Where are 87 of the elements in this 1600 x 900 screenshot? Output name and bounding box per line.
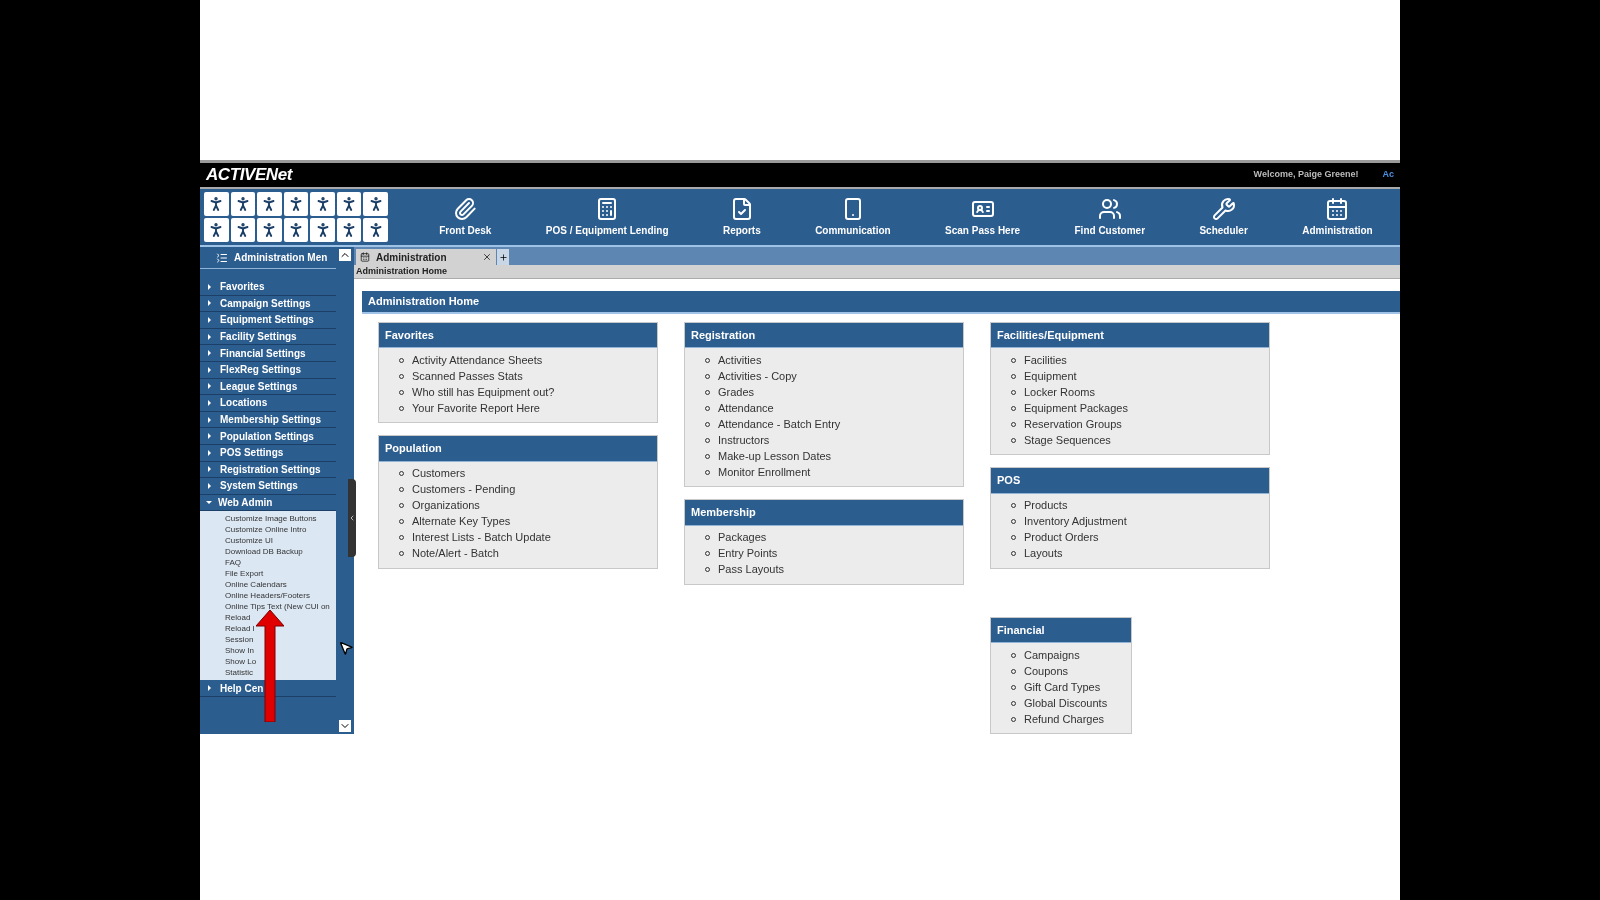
sidebar-subitem[interactable]: Statistic xyxy=(200,667,336,679)
panel-link[interactable]: Products xyxy=(1024,497,1068,514)
page-title-bar: Administration Home xyxy=(362,291,1400,314)
panel-link[interactable]: Product Orders xyxy=(1024,529,1099,546)
panel-link[interactable]: Who still has Equipment out? xyxy=(412,383,555,401)
panel-link[interactable]: Interest Lists - Batch Update xyxy=(412,529,551,546)
sidebar-subitem[interactable]: Show In xyxy=(200,645,336,657)
paperclip-icon xyxy=(453,196,478,221)
sidebar-subitem[interactable]: FAQ xyxy=(200,557,336,569)
sidebar-subitem[interactable]: Reload xyxy=(200,612,336,624)
people-icon xyxy=(1097,196,1122,221)
panel-link[interactable]: Stage Sequences xyxy=(1024,431,1111,449)
scroll-up-icon xyxy=(339,249,351,261)
nav-button[interactable]: Scan Pass Here xyxy=(941,196,1025,238)
nav-button[interactable]: Communication xyxy=(811,196,895,238)
panel-link[interactable]: Scanned Passes Stats xyxy=(412,367,523,385)
panel-title: Membership xyxy=(685,500,963,526)
panel-link[interactable]: Your Favorite Report Here xyxy=(412,399,540,417)
panel-title: Facilities/Equipment xyxy=(991,322,1269,348)
nav-button[interactable]: Find Customer xyxy=(1070,196,1150,238)
nav-button[interactable]: Front Desk xyxy=(435,196,496,238)
panel-link[interactable]: Pass Layouts xyxy=(718,561,785,578)
nav-button[interactable]: Scheduler xyxy=(1195,196,1252,238)
panel-link[interactable]: Reservation Groups xyxy=(1024,415,1122,433)
panel-link[interactable]: Instructors xyxy=(718,431,770,449)
panel-link[interactable]: Attendance - Batch Entry xyxy=(718,415,841,433)
panel-link[interactable]: Facilities xyxy=(1024,351,1067,369)
panel-link[interactable]: Layouts xyxy=(1024,545,1063,562)
panel-link[interactable]: Organizations xyxy=(412,497,480,514)
account-link[interactable]: Ac xyxy=(1382,168,1394,182)
calendar-icon xyxy=(1325,196,1350,221)
panel-link[interactable]: Inventory Adjustment xyxy=(1024,513,1127,530)
panel-link[interactable]: Refund Charges xyxy=(1024,710,1105,728)
panel-link[interactable]: Grades xyxy=(718,383,755,401)
sidebar-subitem[interactable]: Customize Online Intro xyxy=(200,524,336,536)
sidebar-subitem[interactable]: Online Calendars xyxy=(200,579,336,591)
panel-link[interactable]: Activities - Copy xyxy=(718,367,797,385)
panel-title: Financial xyxy=(991,617,1131,643)
sidebar-subitem[interactable]: Reload I xyxy=(200,623,336,635)
panel-link[interactable]: Campaigns xyxy=(1024,646,1080,664)
mouse-cursor-icon xyxy=(338,640,354,656)
panel-link[interactable]: Equipment Packages xyxy=(1024,399,1128,417)
panel-title: Favorites xyxy=(379,322,657,348)
collapse-handle[interactable] xyxy=(348,479,356,557)
sidebar-subitem[interactable]: File Export xyxy=(200,568,336,580)
close-icon[interactable] xyxy=(482,252,492,262)
breadcrumb: Administration Home xyxy=(356,264,447,278)
nav-button[interactable]: POS / Equipment Lending xyxy=(541,196,673,238)
scroll-down-icon xyxy=(339,720,351,732)
sidebar-subitem[interactable]: Session xyxy=(200,634,336,646)
panel-link[interactable]: Activity Attendance Sheets xyxy=(412,351,543,369)
sidebar-subitem[interactable]: Customize UI xyxy=(200,535,336,547)
sidebar-subitem[interactable]: Show Lo xyxy=(200,656,336,668)
panel-link[interactable]: Global Discounts xyxy=(1024,694,1108,712)
sidebar-subitem[interactable]: Online Headers/Footers xyxy=(200,590,336,602)
panel-link[interactable]: Packages xyxy=(718,529,767,546)
panel-link[interactable]: Entry Points xyxy=(718,545,778,562)
calendar-icon xyxy=(360,252,370,262)
panel-link[interactable]: Note/Alert - Batch xyxy=(412,545,499,562)
panel-link[interactable]: Attendance xyxy=(718,399,774,417)
plus-icon xyxy=(498,252,508,262)
menu-icon xyxy=(216,251,228,264)
nav-button[interactable]: Administration xyxy=(1298,196,1377,238)
panel-link[interactable]: Locker Rooms xyxy=(1024,383,1095,401)
sidebar-subitem[interactable]: Download DB Backup xyxy=(200,546,336,558)
tools-icon xyxy=(1211,196,1236,221)
welcome-text: Welcome, Paige Greene! xyxy=(1253,168,1359,182)
panel-link[interactable]: Coupons xyxy=(1024,662,1069,680)
add-tab-button[interactable] xyxy=(497,249,509,265)
tab[interactable]: Administration xyxy=(356,249,496,265)
logo: ACTIVENet xyxy=(206,164,292,187)
panel-link[interactable]: Alternate Key Types xyxy=(412,513,511,530)
sidebar-title: Administration Men xyxy=(234,251,328,265)
panel-link[interactable]: Make-up Lesson Dates xyxy=(718,447,832,465)
panel-title: POS xyxy=(991,468,1269,494)
panel-link[interactable]: Monitor Enrollment xyxy=(718,463,811,481)
sidebar-subitem[interactable]: Customize Image Buttons xyxy=(200,513,336,525)
panel-link[interactable]: Equipment xyxy=(1024,367,1077,385)
panel-title: Registration xyxy=(685,322,963,348)
panel-title: Population xyxy=(379,436,657,462)
sidebar-subitem[interactable]: Online Tips Text (New CUI on xyxy=(200,601,336,613)
panel-link[interactable]: Customers - Pending xyxy=(412,481,516,498)
panel-link[interactable]: Gift Card Types xyxy=(1024,678,1101,696)
panel-link[interactable]: Activities xyxy=(718,351,762,369)
nav-button[interactable]: Reports xyxy=(718,196,765,238)
panel-link[interactable]: Customers xyxy=(412,465,466,482)
chevron-left-icon xyxy=(348,513,356,523)
